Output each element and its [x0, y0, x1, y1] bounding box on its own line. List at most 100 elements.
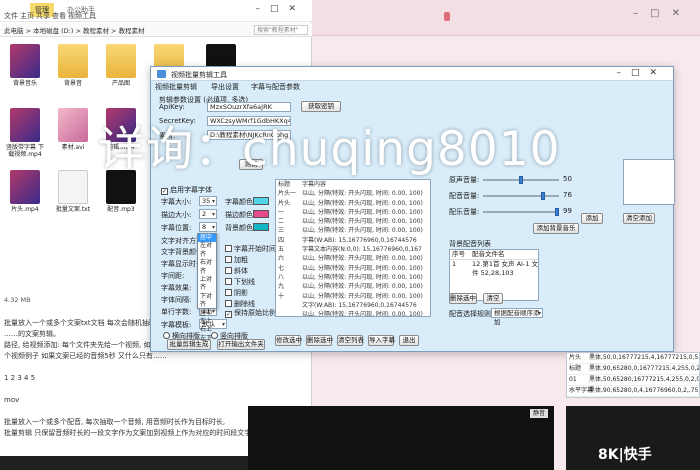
list-item[interactable]: 七 以山, 分隔(特效: 开头闪现, 时间: 0.00, 100)	[276, 264, 430, 273]
enable-subtitle-checkbox[interactable]: ✓ 启用字幕字体	[161, 185, 212, 195]
dropdown-option[interactable]: 左下	[198, 335, 216, 343]
subtitle-color-swatch[interactable]	[253, 197, 269, 205]
keep-ratio-checkbox[interactable]: ✓ 保持原始比例	[225, 308, 276, 318]
list-item[interactable]: 三 以山, 分隔(特效: 开头闪现, 时间: 0.00, 100)	[276, 226, 430, 235]
subtitle-size-select[interactable]: 35	[199, 196, 217, 206]
ribbon-share[interactable]: 共享	[36, 11, 50, 21]
list-item[interactable]: 标题 字幕内容	[276, 180, 430, 189]
clear-added-button[interactable]: 清空添加	[623, 213, 655, 224]
opt-shadow-checkbox[interactable]: 阴影	[225, 288, 248, 298]
list-item[interactable]: 二 以山, 分隔(特效: 开头闪现, 时间: 0.00, 100)	[276, 217, 430, 226]
list-item[interactable]: 十 以山, 分隔(特效: 开头闪现, 时间: 0.00, 100)	[276, 292, 430, 301]
file-item[interactable]: 产品图	[100, 44, 142, 87]
list-item[interactable]: 六 以山, 分隔(特效: 开头闪现, 时间: 0.00, 100)	[276, 254, 430, 263]
dropdown-option[interactable]: 右对齐	[198, 259, 216, 276]
opt-bold-checkbox[interactable]: 加粗	[225, 255, 248, 265]
list-item[interactable]: 八 以山, 分隔(特效: 开头闪现, 时间: 0.00, 100)	[276, 273, 430, 282]
subtitle-position-select[interactable]: 8	[199, 222, 217, 232]
bgm-mode-select[interactable]: 根据配音顺序添加	[491, 308, 543, 326]
volume3-thumb[interactable]	[555, 208, 559, 216]
list-item[interactable]: 四 字幕(W:AB): 15,16776960,0,16744576	[276, 236, 430, 245]
list-item-value: 以山, 分隔(特效: 开头闪现, 时间: 0.00, 100)	[302, 190, 423, 198]
menu-batch-edit[interactable]: 视频批量剪辑	[155, 82, 197, 92]
opt-underline-checkbox[interactable]: 下划线	[225, 277, 255, 287]
add-bgm-button[interactable]: 添加背景音乐	[533, 223, 579, 234]
dropdown-option[interactable]: 上对齐	[198, 276, 216, 293]
enable-subtitle-label: 启用字幕字体	[170, 186, 212, 194]
align-dropdown-list[interactable]: 居中 左对齐 右对齐 上对齐 下对齐 居中 左上 右上 左下	[197, 233, 217, 342]
menu-subtitle-params[interactable]: 字幕与配音参数	[251, 82, 300, 92]
stroke-size-select[interactable]: 2	[199, 209, 217, 219]
background-color-swatch[interactable]	[253, 223, 269, 231]
stroke-color-swatch[interactable]	[253, 210, 269, 218]
ribbon-home[interactable]: 主页	[20, 11, 34, 21]
import-subtitle-button[interactable]: 导入字幕	[368, 335, 395, 346]
style-value: 黑体,50,0,16777215,4,16777215,0,5,0	[589, 354, 699, 361]
list-item[interactable]: 五 字幕文本内容(N:0,0): 15,16776960,0,167	[276, 245, 430, 254]
opt-italic-checkbox[interactable]: 斜体	[225, 266, 248, 276]
volume2-thumb[interactable]	[541, 192, 545, 200]
dropdown-option[interactable]: 下对齐	[198, 293, 216, 310]
chars-per-line-label: 单行字数:	[161, 308, 192, 316]
list-item-key	[276, 301, 302, 310]
address-bar[interactable]: 此电脑 > 本地磁盘 (D:) > 教程素材 > 教程素材 搜索"教程素材"	[0, 23, 312, 37]
exit-button[interactable]: 退出	[399, 335, 419, 346]
file-item[interactable]: 批量文案.txt	[52, 170, 94, 213]
opt-prefix-checkbox[interactable]: 字幕开始时间	[225, 244, 276, 254]
taskbar[interactable]	[0, 456, 248, 470]
timeline-marker-icon[interactable]	[444, 12, 450, 21]
list-item[interactable]: 九 以山, 分隔(特效: 开头闪现, 时间: 0.00, 100)	[276, 282, 430, 291]
file-item[interactable]: 竖版带字幕 下载视频.mp4	[4, 108, 46, 158]
list-item[interactable]: 以山, 分隔(特效: 开头闪现, 时间: 0.00, 100)	[276, 310, 430, 316]
mute-button[interactable]: 静音	[530, 409, 548, 418]
dropdown-option[interactable]: 右上	[198, 326, 216, 334]
ribbon-view[interactable]: 查看	[52, 11, 66, 21]
bgm-row-file: 12.第1首 女声 AI-1 文件 52,28,103	[472, 260, 539, 277]
file-item[interactable]: 素材.avi	[52, 108, 94, 151]
ribbon-file[interactable]: 文件	[4, 11, 18, 21]
dropdown-option[interactable]: 左对齐	[198, 242, 216, 259]
edit-selected-button[interactable]: 修改选中	[275, 335, 302, 346]
dropdown-option[interactable]: 居中	[198, 310, 216, 318]
bgm-clear-button[interactable]: 清空	[483, 293, 503, 304]
list-item-value: 以山, 分隔(特效: 开头闪现, 时间: 0.00, 100)	[302, 227, 423, 235]
file-item[interactable]: 背景音	[52, 44, 94, 87]
window-controls-right[interactable]: –□✕	[633, 8, 692, 19]
table-row[interactable]: 片头 黑体,50,0,16777215,4,16777215,0,5,0	[567, 353, 699, 364]
dialog-window-controls[interactable]: –□✕	[616, 68, 667, 78]
list-item-key: 一	[278, 208, 285, 216]
list-item-key: 八	[278, 273, 285, 281]
list-item[interactable]: 片头 以山, 分隔(特效: 开头闪现, 时间: 0.00, 100)	[276, 199, 430, 208]
bgm-delete-button[interactable]: 删除选中	[449, 293, 477, 304]
text-file-icon	[58, 170, 88, 204]
table-row[interactable]: 1 12.第1首 女声 AI-1 文件 52,28,103	[450, 260, 538, 278]
list-item-value: 以山, 分隔(特效: 开头闪现, 时间: 0.00, 100)	[302, 273, 423, 281]
list-item-value: 字幕(W:AB): 15,16776960,0,16744576	[302, 236, 417, 244]
add-button[interactable]: 添加	[581, 213, 603, 224]
open-output-button[interactable]: 打开输出文件夹	[217, 339, 265, 350]
list-item[interactable]: 一 以山, 分隔(特效: 开头闪现, 时间: 0.00, 100)	[276, 208, 430, 217]
table-row[interactable]: 标题 黑体,90,65280,0,16777215,4,255,0,2,0	[567, 364, 699, 375]
menu-export[interactable]: 导出设置	[211, 82, 239, 92]
search-input[interactable]: 搜索"教程素材"	[254, 25, 308, 35]
file-item[interactable]: 背景音乐	[4, 44, 46, 87]
delete-selected-button[interactable]: 删除选中	[306, 335, 333, 346]
subtitle-list[interactable]: 标题 字幕内容 片头一 以山, 分隔(特效: 开头闪现, 时间: 0.00, 100)…	[275, 179, 431, 317]
list-item[interactable]: 文字(W:AB): 15,16776960,0,16744576	[276, 301, 430, 310]
clear-list-button[interactable]: 清空列表	[337, 335, 364, 346]
file-name: 配音.mp3	[107, 206, 135, 213]
preview-box	[623, 159, 675, 205]
volume2-track[interactable]	[483, 195, 559, 197]
volume3-track[interactable]	[483, 211, 559, 213]
list-item[interactable]: 片头一 以山, 分隔(特效: 开头闪现, 时间: 0.00, 100)	[276, 189, 430, 198]
style-table[interactable]: 片头 黑体,50,0,16777215,4,16777215,0,5,0 标题 黑体,…	[566, 352, 700, 398]
list-item-key: 片头	[278, 199, 291, 207]
address-path[interactable]: 此电脑 > 本地磁盘 (D:) > 教程素材 > 教程素材	[4, 25, 145, 35]
table-row[interactable]: 水平字幕 黑体,90,65280,0,4,16776960,0,2,,75,0	[567, 386, 699, 397]
subtitle-position-label: 字幕位置:	[161, 224, 192, 232]
list-item-key: 三	[278, 227, 285, 235]
table-row[interactable]: 01 黑体,50,65280,16777215,4,255,0,2,0,5	[567, 375, 699, 386]
ribbon-video-tools[interactable]: 视频工具	[68, 11, 96, 21]
file-item[interactable]: 片头.mp4	[4, 170, 46, 213]
volume3-value: 99	[563, 207, 572, 215]
